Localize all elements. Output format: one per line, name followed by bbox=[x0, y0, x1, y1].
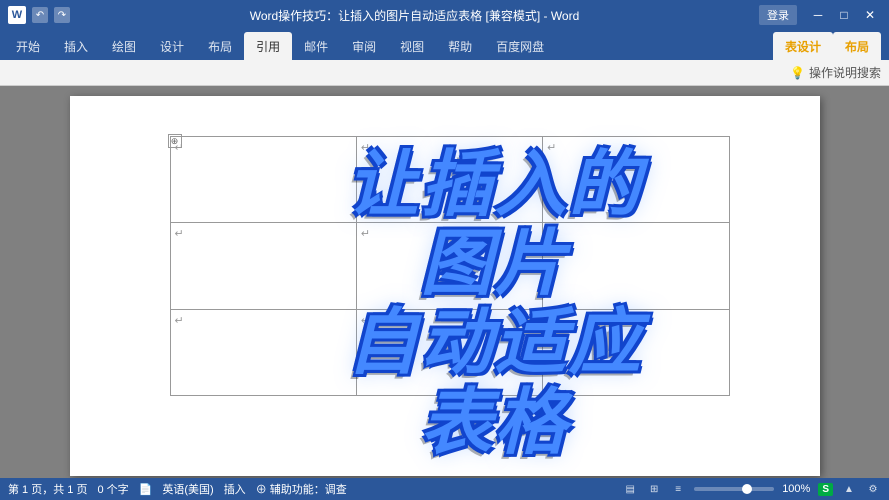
tab-home[interactable]: 开始 bbox=[4, 32, 52, 60]
tab-baidu[interactable]: 百度网盘 bbox=[484, 32, 556, 60]
ribbon: 开始 插入 绘图 设计 布局 引用 邮件 审阅 视图 帮助 百度网盘 bbox=[0, 30, 889, 86]
zoom-slider[interactable] bbox=[694, 487, 774, 491]
page-count: 第 1 页，共 1 页 bbox=[8, 481, 87, 497]
document-area: ⊕ ↵ ↵ ↵ ↵ ↵ ↵ ↵ ↵ ↵ 让插入的 图片 自动适应 表格 bbox=[0, 86, 889, 478]
table-row: ↵ ↵ ↵ bbox=[170, 309, 729, 395]
document-page: ⊕ ↵ ↵ ↵ ↵ ↵ ↵ ↵ ↵ ↵ 让插入的 图片 自动适应 表格 bbox=[70, 96, 820, 476]
tab-mailings[interactable]: 邮件 bbox=[292, 32, 340, 60]
language-indicator[interactable]: 英语(美国) bbox=[162, 481, 213, 497]
undo-button[interactable]: ↶ bbox=[32, 7, 48, 23]
tab-table-layout[interactable]: 布局 bbox=[833, 32, 881, 60]
zoom-level[interactable]: 100% bbox=[782, 483, 810, 495]
table-cell: ↵ bbox=[356, 137, 542, 223]
window-title: Word操作技巧：让插入的图片自动适应表格 [兼容模式] - Word bbox=[250, 7, 580, 24]
table-cell: ↵ bbox=[170, 223, 356, 309]
tab-layout[interactable]: 布局 bbox=[196, 32, 244, 60]
title-bar-right: 登录 ─ □ ✕ bbox=[759, 5, 881, 25]
tab-help[interactable]: 帮助 bbox=[436, 32, 484, 60]
minimize-button[interactable]: ─ bbox=[807, 7, 829, 23]
settings-button[interactable]: ⚙ bbox=[865, 481, 881, 497]
zoom-thumb[interactable] bbox=[742, 484, 752, 494]
title-bar-left: W ↶ ↷ bbox=[8, 6, 70, 24]
table-cell: ↵ bbox=[543, 309, 729, 395]
table-cell: ↵ bbox=[543, 223, 729, 309]
web-view-button[interactable]: ⊞ bbox=[646, 481, 662, 497]
document-table: ↵ ↵ ↵ ↵ ↵ ↵ ↵ ↵ ↵ bbox=[170, 136, 730, 396]
read-view-button[interactable]: ≡ bbox=[670, 481, 686, 497]
accessibility-status[interactable]: ⊕ 辅助功能：调查 bbox=[256, 481, 347, 497]
ribbon-tabs: 开始 插入 绘图 设计 布局 引用 邮件 审阅 视图 帮助 百度网盘 bbox=[0, 30, 889, 60]
login-button[interactable]: 登录 bbox=[759, 5, 797, 25]
word-app-icon: W bbox=[8, 6, 26, 24]
status-bar: 第 1 页，共 1 页 0 个字 📄 英语(美国) 插入 ⊕ 辅助功能：调查 ▤… bbox=[0, 478, 889, 500]
help-search[interactable]: 💡 操作说明搜索 bbox=[790, 64, 881, 81]
insert-mode[interactable]: 插入 bbox=[224, 481, 246, 497]
expand-button[interactable]: ▲ bbox=[841, 481, 857, 497]
close-button[interactable]: ✕ bbox=[859, 7, 881, 23]
status-right: ▤ ⊞ ≡ 100% S ▲ ⚙ bbox=[622, 481, 881, 497]
doc-icon: 📄 bbox=[139, 483, 153, 496]
table-cell: ↵ bbox=[356, 309, 542, 395]
restore-button[interactable]: □ bbox=[833, 7, 855, 23]
char-count: 0 个字 bbox=[97, 481, 128, 497]
tab-draw[interactable]: 绘图 bbox=[100, 32, 148, 60]
print-view-button[interactable]: ▤ bbox=[622, 481, 638, 497]
tab-view[interactable]: 视图 bbox=[388, 32, 436, 60]
tab-table-design[interactable]: 表设计 bbox=[773, 32, 833, 60]
table-cell: ↵ bbox=[356, 223, 542, 309]
tab-references[interactable]: 引用 bbox=[244, 32, 292, 60]
ribbon-content: 💡 操作说明搜索 bbox=[0, 60, 889, 86]
s5-logo[interactable]: S bbox=[818, 483, 833, 496]
table-cell: ↵ bbox=[170, 309, 356, 395]
table-row: ↵ ↵ ↵ bbox=[170, 137, 729, 223]
tab-design[interactable]: 设计 bbox=[148, 32, 196, 60]
tab-review[interactable]: 审阅 bbox=[340, 32, 388, 60]
table-cell: ↵ bbox=[543, 137, 729, 223]
table-row: ↵ ↵ ↵ bbox=[170, 223, 729, 309]
redo-button[interactable]: ↷ bbox=[54, 7, 70, 23]
table-cell: ↵ bbox=[170, 137, 356, 223]
tab-insert[interactable]: 插入 bbox=[52, 32, 100, 60]
title-bar: W ↶ ↷ Word操作技巧：让插入的图片自动适应表格 [兼容模式] - Wor… bbox=[0, 0, 889, 30]
